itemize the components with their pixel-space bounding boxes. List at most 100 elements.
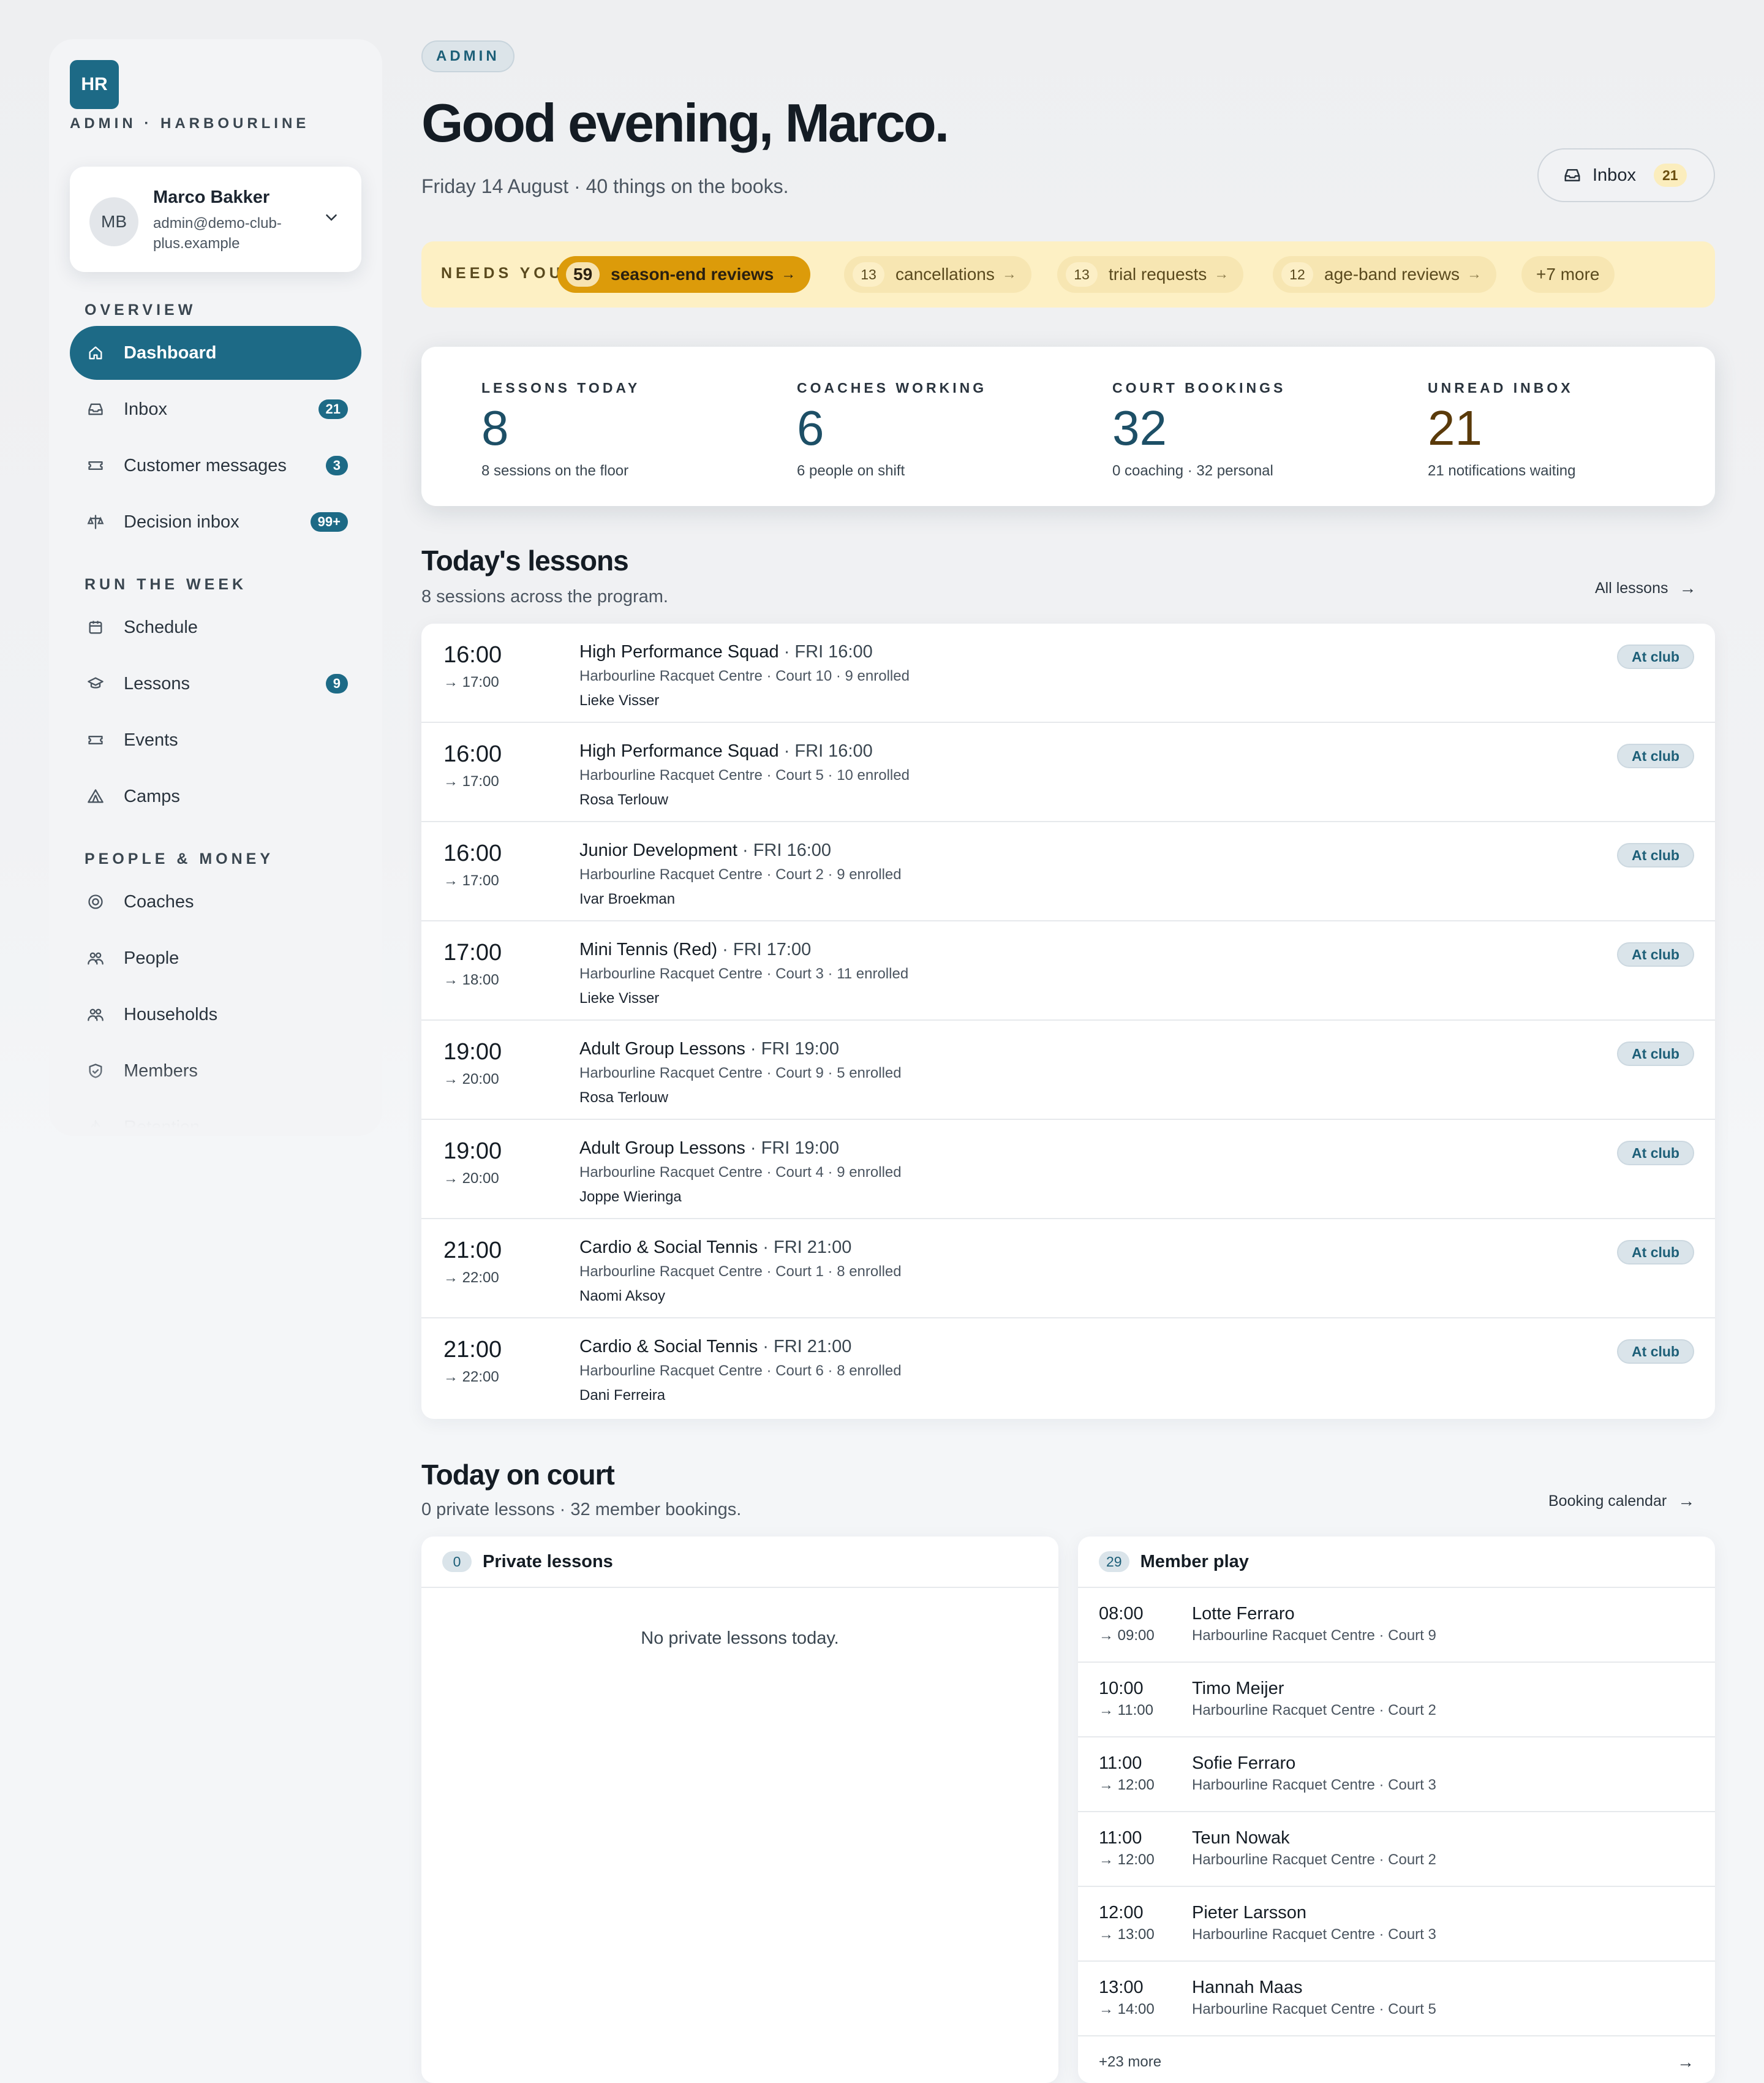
lesson-coach: Dani Ferreira bbox=[579, 1387, 666, 1404]
sidebar-item-label: Decision inbox bbox=[124, 512, 239, 532]
chip-label: +7 more bbox=[1536, 265, 1600, 284]
lesson-coach: Rosa Terlouw bbox=[579, 1089, 668, 1106]
sidebar-item-retention[interactable]: Retention bbox=[70, 1100, 361, 1136]
lesson-title: High Performance Squad · FRI 16:00 bbox=[579, 741, 873, 762]
stat-label: LESSONS TODAY bbox=[481, 380, 641, 396]
lesson-title: Mini Tennis (Red) · FRI 17:00 bbox=[579, 940, 811, 960]
sidebar-item-label: Customer messages bbox=[124, 455, 287, 475]
lesson-title: Cardio & Social Tennis · FRI 21:00 bbox=[579, 1337, 851, 1357]
lesson-row[interactable]: 17:00 → 18:00 Mini Tennis (Red) · FRI 17… bbox=[421, 921, 1715, 1021]
lesson-row[interactable]: 16:00 → 17:00 High Performance Squad · F… bbox=[421, 624, 1715, 723]
status-badge: At club bbox=[1617, 843, 1694, 868]
status-badge: At club bbox=[1617, 1240, 1694, 1265]
sidebar-item-label: Coaches bbox=[124, 891, 194, 912]
sidebar: HR ADMIN · HARBOURLINE MB Marco Bakker a… bbox=[49, 39, 382, 1136]
booking-start-time: 13:00 bbox=[1099, 1978, 1144, 1997]
sidebar-item-decision-inbox[interactable]: Decision inbox 99+ bbox=[70, 495, 361, 549]
nav-section-run-the-week: RUN THE WEEK bbox=[85, 576, 247, 593]
sidebar-item-schedule[interactable]: Schedule bbox=[70, 600, 361, 654]
lesson-row[interactable]: 21:00 → 22:00 Cardio & Social Tennis · F… bbox=[421, 1318, 1715, 1418]
chip-trial-requests[interactable]: 13 trial requests → bbox=[1057, 256, 1244, 293]
booking-row[interactable]: 08:00 → 09:00 Lotte Ferraro Harbourline … bbox=[1078, 1588, 1715, 1663]
lesson-location: Harbourline Racquet Centre · Court 5 · 1… bbox=[579, 767, 910, 784]
chip-age-band-reviews[interactable]: 12 age-band reviews → bbox=[1273, 256, 1497, 293]
lesson-location: Harbourline Racquet Centre · Court 4 · 9… bbox=[579, 1164, 902, 1181]
sidebar-item-label: People bbox=[124, 948, 179, 968]
booking-calendar-link[interactable]: Booking calendar → bbox=[1548, 1491, 1695, 1511]
arrow-right-icon: → bbox=[1677, 2052, 1694, 2071]
stat-coaches-working: COACHES WORKING 6 6 people on shift bbox=[797, 380, 1091, 480]
booking-row[interactable]: 12:00 → 13:00 Pieter Larsson Harbourline… bbox=[1078, 1887, 1715, 1962]
member-play-title: Member play bbox=[1140, 1551, 1249, 1571]
lesson-end-time: → 20:00 bbox=[443, 1071, 499, 1087]
sidebar-item-members[interactable]: Members bbox=[70, 1044, 361, 1098]
target-icon bbox=[87, 893, 104, 910]
lesson-day-time: · FRI 16:00 bbox=[778, 741, 873, 761]
lesson-name: Adult Group Lessons bbox=[579, 1039, 745, 1059]
stat-label: UNREAD INBOX bbox=[1428, 380, 1574, 396]
lesson-row[interactable]: 19:00 → 20:00 Adult Group Lessons · FRI … bbox=[421, 1021, 1715, 1120]
member-play-more-link[interactable]: +23 more → bbox=[1099, 2050, 1694, 2074]
lesson-start-time: 19:00 bbox=[443, 1138, 502, 1164]
lesson-day-time: · FRI 19:00 bbox=[745, 1039, 839, 1059]
arrow-right-icon: → bbox=[1467, 266, 1482, 282]
all-lessons-link[interactable]: All lessons → bbox=[1595, 578, 1697, 598]
scale-icon bbox=[87, 513, 104, 531]
booking-location: Harbourline Racquet Centre · Court 9 bbox=[1192, 1627, 1436, 1644]
user-switcher[interactable]: MB Marco Bakker admin@demo-club-plus.exa… bbox=[70, 167, 361, 272]
sidebar-item-label: Inbox bbox=[124, 399, 167, 419]
lesson-row[interactable]: 19:00 → 20:00 Adult Group Lessons · FRI … bbox=[421, 1120, 1715, 1219]
arrow-right-icon: → bbox=[1678, 1491, 1695, 1510]
chip-season-end-reviews[interactable]: 59 season-end reviews → bbox=[557, 256, 811, 293]
sidebar-item-label: Dashboard bbox=[124, 342, 217, 363]
sidebar-item-customer-messages[interactable]: Customer messages 3 bbox=[70, 439, 361, 493]
booking-start-time: 10:00 bbox=[1099, 1679, 1144, 1698]
sidebar-item-inbox[interactable]: Inbox 21 bbox=[70, 382, 361, 436]
avatar: MB bbox=[89, 197, 138, 246]
lesson-coach: Ivar Broekman bbox=[579, 891, 676, 907]
lesson-row[interactable]: 16:00 → 17:00 Junior Development · FRI 1… bbox=[421, 822, 1715, 921]
lesson-name: Cardio & Social Tennis bbox=[579, 1238, 758, 1257]
booking-member-name: Pieter Larsson bbox=[1192, 1903, 1306, 1922]
lesson-coach: Rosa Terlouw bbox=[579, 792, 668, 808]
lesson-row[interactable]: 16:00 → 17:00 High Performance Squad · F… bbox=[421, 723, 1715, 822]
sidebar-item-coaches[interactable]: Coaches bbox=[70, 875, 361, 929]
sidebar-item-lessons[interactable]: Lessons 9 bbox=[70, 657, 361, 711]
lesson-title: High Performance Squad · FRI 16:00 bbox=[579, 642, 873, 662]
chip-label: cancellations bbox=[895, 265, 995, 284]
private-lessons-title: Private lessons bbox=[483, 1551, 613, 1571]
sidebar-item-dashboard[interactable]: Dashboard bbox=[70, 326, 361, 380]
booking-row[interactable]: 11:00 → 12:00 Teun Nowak Harbourline Rac… bbox=[1078, 1812, 1715, 1887]
lesson-day-time: · FRI 17:00 bbox=[717, 940, 812, 959]
sidebar-item-label: Households bbox=[124, 1004, 218, 1024]
calendar-icon bbox=[87, 619, 104, 636]
lesson-coach: Naomi Aksoy bbox=[579, 1288, 666, 1304]
booking-row[interactable]: 13:00 → 14:00 Hannah Maas Harbourline Ra… bbox=[1078, 1962, 1715, 2036]
lesson-location: Harbourline Racquet Centre · Court 9 · 5… bbox=[579, 1065, 902, 1081]
lesson-start-time: 19:00 bbox=[443, 1039, 502, 1065]
brand-logo[interactable]: HR bbox=[70, 60, 119, 109]
lesson-location: Harbourline Racquet Centre · Court 1 · 8… bbox=[579, 1263, 902, 1280]
booking-start-time: 11:00 bbox=[1099, 1753, 1142, 1773]
booking-member-name: Lotte Ferraro bbox=[1192, 1604, 1295, 1624]
nav-section-overview: OVERVIEW bbox=[85, 301, 197, 319]
chip-more[interactable]: +7 more bbox=[1521, 256, 1615, 293]
sidebar-item-events[interactable]: Events bbox=[70, 713, 361, 767]
private-lessons-panel: 0 Private lessons No private lessons tod… bbox=[421, 1537, 1058, 2083]
lesson-start-time: 17:00 bbox=[443, 940, 502, 966]
booking-row[interactable]: 11:00 → 12:00 Sofie Ferraro Harbourline … bbox=[1078, 1737, 1715, 1812]
chip-cancellations[interactable]: 13 cancellations → bbox=[844, 256, 1031, 293]
inbox-icon bbox=[87, 401, 104, 418]
sidebar-item-camps[interactable]: Camps bbox=[70, 769, 361, 823]
booking-start-time: 12:00 bbox=[1099, 1903, 1144, 1922]
sidebar-item-people[interactable]: People bbox=[70, 931, 361, 985]
lesson-row[interactable]: 21:00 → 22:00 Cardio & Social Tennis · F… bbox=[421, 1219, 1715, 1318]
sidebar-item-households[interactable]: Households bbox=[70, 988, 361, 1042]
home-icon bbox=[87, 344, 104, 361]
lesson-location: Harbourline Racquet Centre · Court 2 · 9… bbox=[579, 866, 902, 883]
inbox-icon bbox=[1563, 166, 1581, 184]
booking-row[interactable]: 10:00 → 11:00 Timo Meijer Harbourline Ra… bbox=[1078, 1663, 1715, 1737]
inbox-button[interactable]: Inbox 21 bbox=[1537, 148, 1715, 202]
chip-label: trial requests bbox=[1109, 265, 1207, 284]
users-icon bbox=[87, 950, 104, 967]
